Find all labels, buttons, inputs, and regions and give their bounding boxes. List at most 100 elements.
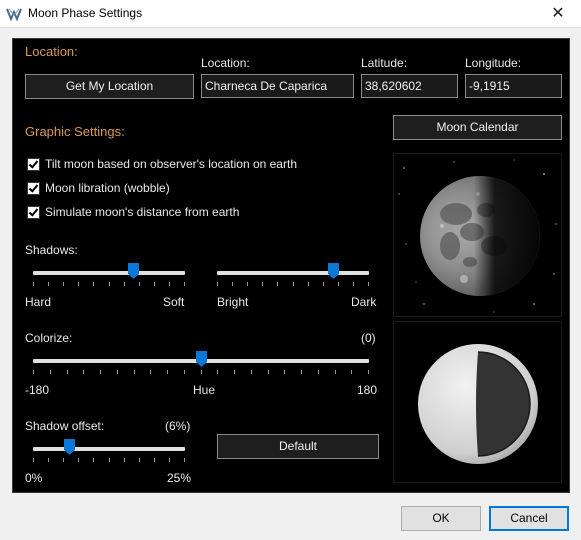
slider-tick xyxy=(78,282,79,286)
slider-tick xyxy=(201,370,202,374)
slider-tick xyxy=(93,458,94,462)
window-title: Moon Phase Settings xyxy=(28,6,143,20)
slider-tick xyxy=(234,370,235,374)
settings-panel: Location: Get My Location Location: Char… xyxy=(12,38,570,493)
slider-tick xyxy=(247,282,248,286)
slider-tick xyxy=(368,370,369,374)
colorize-label: Colorize: xyxy=(25,331,73,345)
longitude-label: Longitude: xyxy=(465,56,522,70)
shadow-soft-label: Soft xyxy=(163,295,185,309)
shadow-dark-label: Dark xyxy=(351,295,377,309)
slider-tick xyxy=(63,458,64,462)
slider-tick xyxy=(268,370,269,374)
slider-tick xyxy=(50,370,51,374)
libration-option[interactable]: Moon libration (wobble) xyxy=(27,180,170,196)
slider-tick xyxy=(351,370,352,374)
moon-phase-diagram xyxy=(393,321,562,483)
checkmark-icon xyxy=(28,157,39,169)
close-button[interactable]: ✕ xyxy=(535,0,581,28)
slider-tick xyxy=(78,458,79,462)
distance-checkbox[interactable] xyxy=(27,205,40,219)
colorize-slider[interactable] xyxy=(33,351,369,374)
get-my-location-button[interactable]: Get My Location xyxy=(25,74,194,99)
slider-tick xyxy=(184,458,185,462)
slider-tick xyxy=(150,370,151,374)
ok-button[interactable]: OK xyxy=(401,506,481,531)
slider-tick xyxy=(167,370,168,374)
slider-track xyxy=(33,447,185,451)
slider-tick xyxy=(217,370,218,374)
close-icon: ✕ xyxy=(551,3,565,22)
slider-tick xyxy=(184,282,185,286)
slider-tick xyxy=(184,370,185,374)
shadow-offset-label: Shadow offset: xyxy=(25,419,105,433)
slider-tick xyxy=(308,282,309,286)
slider-tick xyxy=(48,282,49,286)
slider-tick xyxy=(262,282,263,286)
longitude-field[interactable]: -9,1915 xyxy=(465,74,562,98)
slider-tick xyxy=(67,370,68,374)
colorize-min-label: -180 xyxy=(25,383,50,397)
slider-tick xyxy=(124,282,125,286)
slider-track xyxy=(217,271,369,275)
shadow-softness-slider[interactable] xyxy=(33,263,185,286)
location-field[interactable]: Charneca De Caparica xyxy=(201,74,354,98)
slider-tick xyxy=(169,458,170,462)
slider-tick xyxy=(33,282,34,286)
moon-app-icon xyxy=(6,8,22,21)
slider-tick xyxy=(251,370,252,374)
distance-option[interactable]: Simulate moon's distance from earth xyxy=(27,204,239,220)
slider-tick xyxy=(117,370,118,374)
slider-tick xyxy=(323,282,324,286)
colorize-hue-label: Hue xyxy=(193,383,216,397)
libration-label: Moon libration (wobble) xyxy=(45,181,170,195)
slider-tick xyxy=(100,370,101,374)
slider-thumb[interactable] xyxy=(128,263,140,279)
slider-thumb[interactable] xyxy=(64,439,76,455)
cancel-button[interactable]: Cancel xyxy=(489,506,569,531)
moon-preview xyxy=(393,153,562,317)
checkmark-icon xyxy=(28,205,39,217)
slider-tick xyxy=(335,370,336,374)
shadow-offset-slider[interactable] xyxy=(33,439,185,462)
shadows-label: Shadows: xyxy=(25,243,78,257)
colorize-value: (0) xyxy=(361,331,376,345)
slider-tick xyxy=(48,458,49,462)
slider-tick xyxy=(33,370,34,374)
default-button[interactable]: Default xyxy=(217,434,379,459)
slider-tick xyxy=(33,458,34,462)
slider-thumb[interactable] xyxy=(196,351,207,367)
slider-tick xyxy=(154,458,155,462)
tilt-moon-option[interactable]: Tilt moon based on observer's location o… xyxy=(27,156,297,172)
latitude-label: Latitude: xyxy=(361,56,408,70)
slider-tick xyxy=(124,458,125,462)
slider-track xyxy=(33,271,185,275)
checkmark-icon xyxy=(28,181,39,193)
slider-tick xyxy=(318,370,319,374)
location-section-title: Location: xyxy=(25,44,78,59)
slider-tick xyxy=(93,282,94,286)
slider-tick xyxy=(169,282,170,286)
slider-tick xyxy=(284,370,285,374)
shadow-offset-value: (6%) xyxy=(165,419,191,433)
slider-tick xyxy=(293,282,294,286)
libration-checkbox[interactable] xyxy=(27,181,40,195)
slider-tick xyxy=(301,370,302,374)
slider-tick xyxy=(63,282,64,286)
slider-tick xyxy=(109,458,110,462)
moon-image xyxy=(398,159,557,313)
slider-thumb[interactable] xyxy=(327,263,339,279)
distance-label: Simulate moon's distance from earth xyxy=(45,205,240,219)
slider-tick xyxy=(109,282,110,286)
slider-tick xyxy=(217,282,218,286)
moon-calendar-button[interactable]: Moon Calendar xyxy=(393,115,562,140)
shadow-darkness-slider[interactable] xyxy=(217,263,369,286)
slider-tick xyxy=(277,282,278,286)
shadow-hard-label: Hard xyxy=(25,295,52,309)
latitude-field[interactable]: 38,620602 xyxy=(361,74,458,98)
moon-phase-icon xyxy=(418,344,538,464)
graphic-settings-title: Graphic Settings: xyxy=(25,124,125,139)
slider-tick xyxy=(232,282,233,286)
tilt-moon-checkbox[interactable] xyxy=(27,157,40,171)
slider-tick xyxy=(139,458,140,462)
